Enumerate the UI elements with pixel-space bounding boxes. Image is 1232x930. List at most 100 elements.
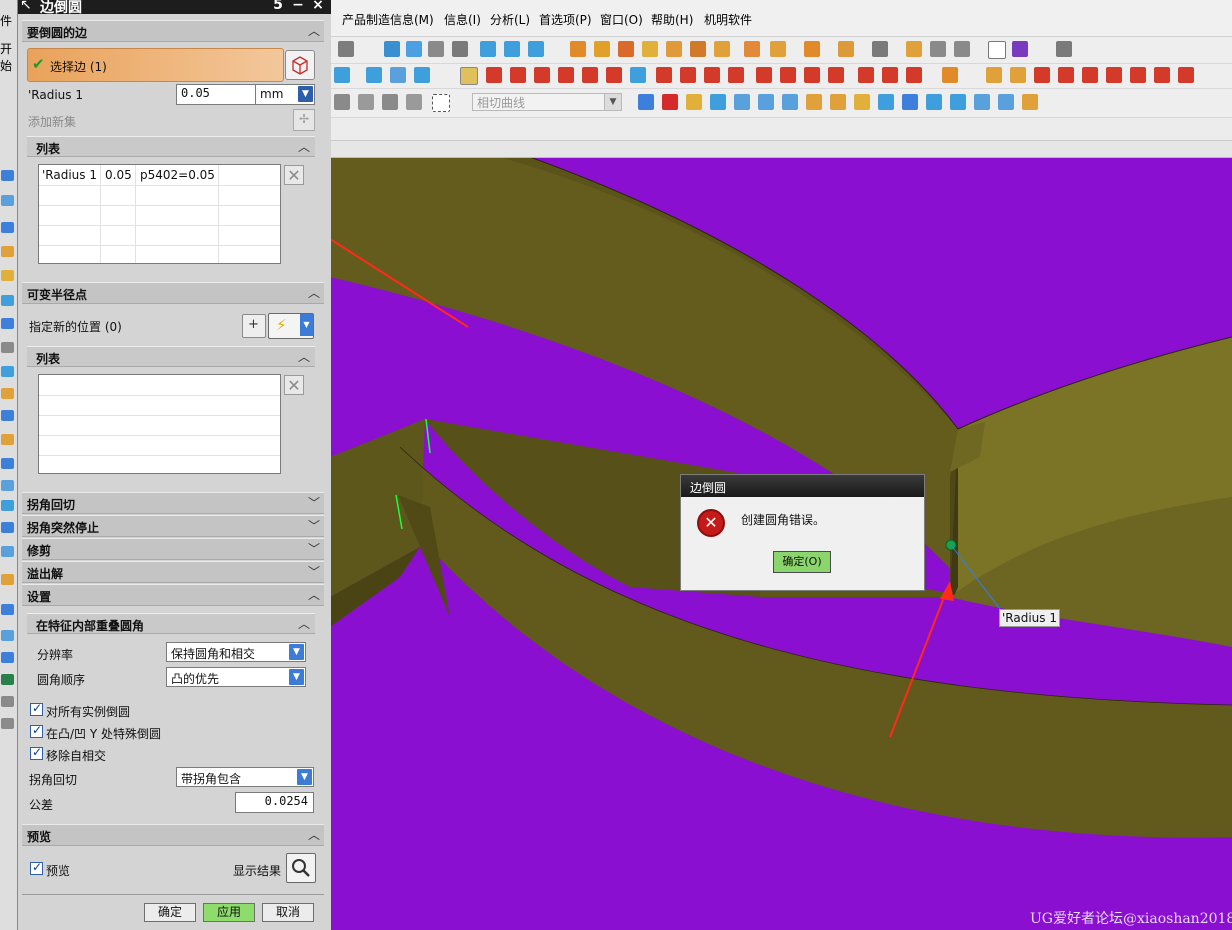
static-wire-icon[interactable] <box>690 41 706 57</box>
trim-section[interactable]: 修剪 ﹀ <box>22 538 324 560</box>
ok-button[interactable]: 确定 <box>144 903 196 922</box>
chevron-down-icon[interactable]: ▼ <box>298 86 313 102</box>
corner-icon[interactable] <box>728 67 744 83</box>
select-box-icon[interactable] <box>432 94 450 112</box>
view-icon[interactable] <box>528 41 544 57</box>
radius-callout-label[interactable]: 'Radius 1 <box>999 609 1060 627</box>
body-icon[interactable] <box>358 94 374 110</box>
remove-self-intersection-checkbox[interactable] <box>30 745 43 760</box>
curve-f-icon[interactable] <box>1154 67 1170 83</box>
section-icon[interactable] <box>804 41 820 57</box>
thread-icon[interactable] <box>926 94 942 110</box>
point-icon[interactable] <box>858 67 874 83</box>
curve-rule-select[interactable]: 相切曲线 ▼ <box>472 93 622 111</box>
face-analysis-icon[interactable] <box>642 41 658 57</box>
cursor-icon[interactable] <box>382 94 398 110</box>
cone-icon[interactable] <box>734 94 750 110</box>
select-edge-row[interactable]: ✔ 选择边 (1) <box>27 48 284 82</box>
draft-icon[interactable] <box>974 94 990 110</box>
resolution-select[interactable]: 保持圆角和相交 ▼ <box>166 642 306 662</box>
edges-section-header[interactable]: 要倒圆的边 ︿ <box>22 20 324 42</box>
fillet-curve-icon[interactable] <box>680 67 696 83</box>
resource-icon[interactable] <box>1 342 14 353</box>
selection-lock-icon[interactable] <box>460 67 478 85</box>
line-icon[interactable] <box>486 67 502 83</box>
pocket-icon[interactable] <box>830 94 846 110</box>
pattern-icon[interactable] <box>630 67 646 83</box>
rotate-icon[interactable] <box>480 41 496 57</box>
preview-checkbox[interactable] <box>30 860 43 875</box>
resource-icon[interactable] <box>1 195 14 206</box>
display-icon[interactable] <box>744 41 760 57</box>
resource-icon[interactable] <box>1 718 14 729</box>
radius-input[interactable]: 0.05 <box>176 84 256 105</box>
pad-icon[interactable] <box>854 94 870 110</box>
menu-item-jiming[interactable]: 机明软件 <box>704 11 752 28</box>
resource-icon[interactable] <box>1 246 14 257</box>
polygon-icon[interactable] <box>828 67 844 83</box>
settings-section-header[interactable]: 设置 ︿ <box>22 584 324 606</box>
curve-d-icon[interactable] <box>1106 67 1122 83</box>
resource-icon[interactable] <box>1 434 14 445</box>
resource-icon[interactable] <box>1 522 14 533</box>
minimize-button[interactable]: − <box>290 0 306 13</box>
back-icon[interactable] <box>334 94 350 110</box>
zoom-icon[interactable] <box>452 41 468 57</box>
overflow-section[interactable]: 溢出解 ﹀ <box>22 561 324 583</box>
shaded-icon[interactable] <box>570 41 586 57</box>
wireframe-icon[interactable] <box>594 41 610 57</box>
cube-blue-icon[interactable] <box>638 94 654 110</box>
point-dialog-button[interactable]: + <box>242 314 266 338</box>
ellipse-icon[interactable] <box>804 67 820 83</box>
sphere-icon[interactable] <box>758 94 774 110</box>
measure-icon[interactable] <box>986 67 1002 83</box>
p-icon[interactable] <box>942 67 958 83</box>
resource-icon[interactable] <box>1 604 14 615</box>
chevron-down-icon[interactable]: ▼ <box>289 669 304 685</box>
solid-icon[interactable] <box>872 41 888 57</box>
variable-radius-header[interactable]: 可变半径点 ︿ <box>22 282 324 304</box>
fillet-order-select[interactable]: 凸的优先 ▼ <box>166 667 306 687</box>
block-icon[interactable] <box>686 94 702 110</box>
groove-icon[interactable] <box>902 94 918 110</box>
revolve-icon[interactable] <box>390 67 406 83</box>
reset-button[interactable]: 5 <box>270 0 286 13</box>
layer-settings-icon[interactable] <box>906 41 922 57</box>
corner-setback-select[interactable]: 带拐角包含 ▼ <box>176 767 314 787</box>
tolerance-input[interactable]: 0.0254 <box>235 792 314 813</box>
preview-section-header[interactable]: 预览 ︿ <box>22 824 324 846</box>
resource-icon[interactable] <box>1 674 14 685</box>
resource-icon[interactable] <box>1 546 14 557</box>
resource-icon[interactable] <box>1 366 14 377</box>
chevron-down-icon[interactable]: ▼ <box>604 94 621 110</box>
blend-set-list[interactable]: 'Radius 1 0.05 p5402=0.05 <box>38 164 281 264</box>
error-ok-button[interactable]: 确定(O) <box>773 551 831 573</box>
resource-icon[interactable] <box>1 388 14 399</box>
resource-icon[interactable] <box>1 652 14 663</box>
resource-icon[interactable] <box>1 574 14 585</box>
view-orient-icon[interactable] <box>338 41 354 57</box>
dialog-title-bar[interactable]: ↖ 边倒圆 5 − × <box>18 0 331 16</box>
resource-icon[interactable] <box>1 458 14 469</box>
table-row[interactable]: 'Radius 1 0.05 p5402=0.05 <box>39 165 280 186</box>
resource-icon[interactable] <box>1 318 14 329</box>
resource-icon[interactable] <box>1 630 14 641</box>
edge-selection-button[interactable] <box>285 50 315 80</box>
cancel-button[interactable]: 取消 <box>262 903 314 922</box>
pan-icon[interactable] <box>504 41 520 57</box>
arc-icon[interactable] <box>510 67 526 83</box>
hidden-edge-icon[interactable] <box>714 41 730 57</box>
boss-icon[interactable] <box>806 94 822 110</box>
circle-3pt-icon[interactable] <box>780 67 796 83</box>
slot-icon[interactable] <box>878 94 894 110</box>
clock-icon[interactable] <box>988 41 1006 59</box>
variable-list-header[interactable]: 列表 ︿ <box>27 346 315 367</box>
convex-concave-checkbox[interactable] <box>30 723 43 738</box>
refresh-icon[interactable] <box>384 41 400 57</box>
camera-icon[interactable] <box>838 41 854 57</box>
partial-shade-icon[interactable] <box>666 41 682 57</box>
resource-icon[interactable] <box>1 410 14 421</box>
chamfer-curve-icon[interactable] <box>704 67 720 83</box>
delete-point-button[interactable]: ✕ <box>284 375 304 395</box>
add-set-button[interactable]: ✢ <box>293 109 315 131</box>
